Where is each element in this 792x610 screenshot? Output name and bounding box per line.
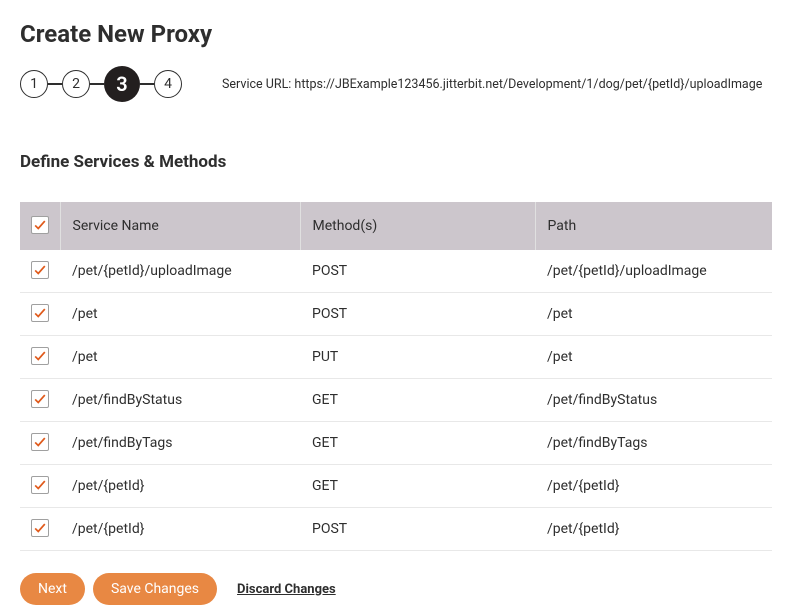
service-name-header: Service Name	[60, 202, 300, 250]
service-name-cell: /pet	[60, 293, 300, 336]
services-table: Service Name Method(s) Path /pet/{petId}…	[20, 202, 772, 551]
table-row: /pet/findByTagsGET/pet/findByTags	[20, 422, 772, 465]
method-cell: POST	[300, 293, 535, 336]
table-row: /pet/{petId}POST/pet/{petId}	[20, 508, 772, 551]
check-icon	[33, 349, 47, 363]
select-all-header	[20, 202, 60, 250]
row-checkbox[interactable]	[31, 433, 49, 451]
row-checkbox[interactable]	[31, 261, 49, 279]
row-checkbox[interactable]	[31, 304, 49, 322]
path-cell: /pet/{petId}	[535, 465, 772, 508]
table-row: /pet/findByStatusGET/pet/findByStatus	[20, 379, 772, 422]
methods-header: Method(s)	[300, 202, 535, 250]
footer-actions: Next Save Changes Discard Changes	[20, 573, 772, 605]
method-cell: GET	[300, 465, 535, 508]
row-checkbox[interactable]	[31, 476, 49, 494]
check-icon	[33, 392, 47, 406]
path-header: Path	[535, 202, 772, 250]
path-cell: /pet	[535, 336, 772, 379]
row-checkbox-cell	[20, 508, 60, 551]
path-cell: /pet/findByTags	[535, 422, 772, 465]
service-name-cell: /pet/{petId}	[60, 508, 300, 551]
method-cell: POST	[300, 508, 535, 551]
path-cell: /pet	[535, 293, 772, 336]
service-name-cell: /pet/findByStatus	[60, 379, 300, 422]
row-checkbox-cell	[20, 422, 60, 465]
step-4[interactable]: 4	[154, 70, 182, 98]
row-checkbox[interactable]	[31, 519, 49, 537]
step-2[interactable]: 2	[62, 70, 90, 98]
table-row: /petPOST/pet	[20, 293, 772, 336]
row-checkbox-cell	[20, 465, 60, 508]
step-3[interactable]: 3	[104, 66, 140, 102]
check-icon	[33, 478, 47, 492]
path-cell: /pet/{petId}/uploadImage	[535, 250, 772, 293]
check-icon	[33, 521, 47, 535]
step-connector	[140, 83, 154, 85]
check-icon	[33, 263, 47, 277]
discard-changes-link[interactable]: Discard Changes	[237, 582, 336, 597]
method-cell: GET	[300, 379, 535, 422]
path-cell: /pet/{petId}	[535, 508, 772, 551]
check-icon	[33, 435, 47, 449]
row-checkbox-cell	[20, 379, 60, 422]
check-icon	[33, 306, 47, 320]
row-checkbox-cell	[20, 293, 60, 336]
check-icon	[33, 218, 47, 232]
stepper: 1 2 3 4	[20, 66, 182, 102]
row-checkbox-cell	[20, 250, 60, 293]
path-cell: /pet/findByStatus	[535, 379, 772, 422]
method-cell: POST	[300, 250, 535, 293]
method-cell: PUT	[300, 336, 535, 379]
table-row: /pet/{petId}GET/pet/{petId}	[20, 465, 772, 508]
next-button[interactable]: Next	[20, 573, 85, 605]
page-title: Create New Proxy	[20, 20, 772, 48]
service-name-cell: /pet/findByTags	[60, 422, 300, 465]
step-1[interactable]: 1	[20, 70, 48, 98]
select-all-checkbox[interactable]	[31, 216, 49, 234]
table-row: /petPUT/pet	[20, 336, 772, 379]
row-checkbox-cell	[20, 336, 60, 379]
method-cell: GET	[300, 422, 535, 465]
header-row: 1 2 3 4 Service URL: https://JBExample12…	[20, 66, 772, 102]
row-checkbox[interactable]	[31, 390, 49, 408]
section-title: Define Services & Methods	[20, 152, 772, 172]
service-name-cell: /pet/{petId}	[60, 465, 300, 508]
step-connector	[48, 83, 62, 85]
save-changes-button[interactable]: Save Changes	[93, 573, 217, 605]
row-checkbox[interactable]	[31, 347, 49, 365]
table-row: /pet/{petId}/uploadImagePOST/pet/{petId}…	[20, 250, 772, 293]
service-url-label: Service URL: https://JBExample123456.jit…	[222, 77, 772, 92]
service-name-cell: /pet	[60, 336, 300, 379]
step-connector	[90, 83, 104, 85]
service-name-cell: /pet/{petId}/uploadImage	[60, 250, 300, 293]
